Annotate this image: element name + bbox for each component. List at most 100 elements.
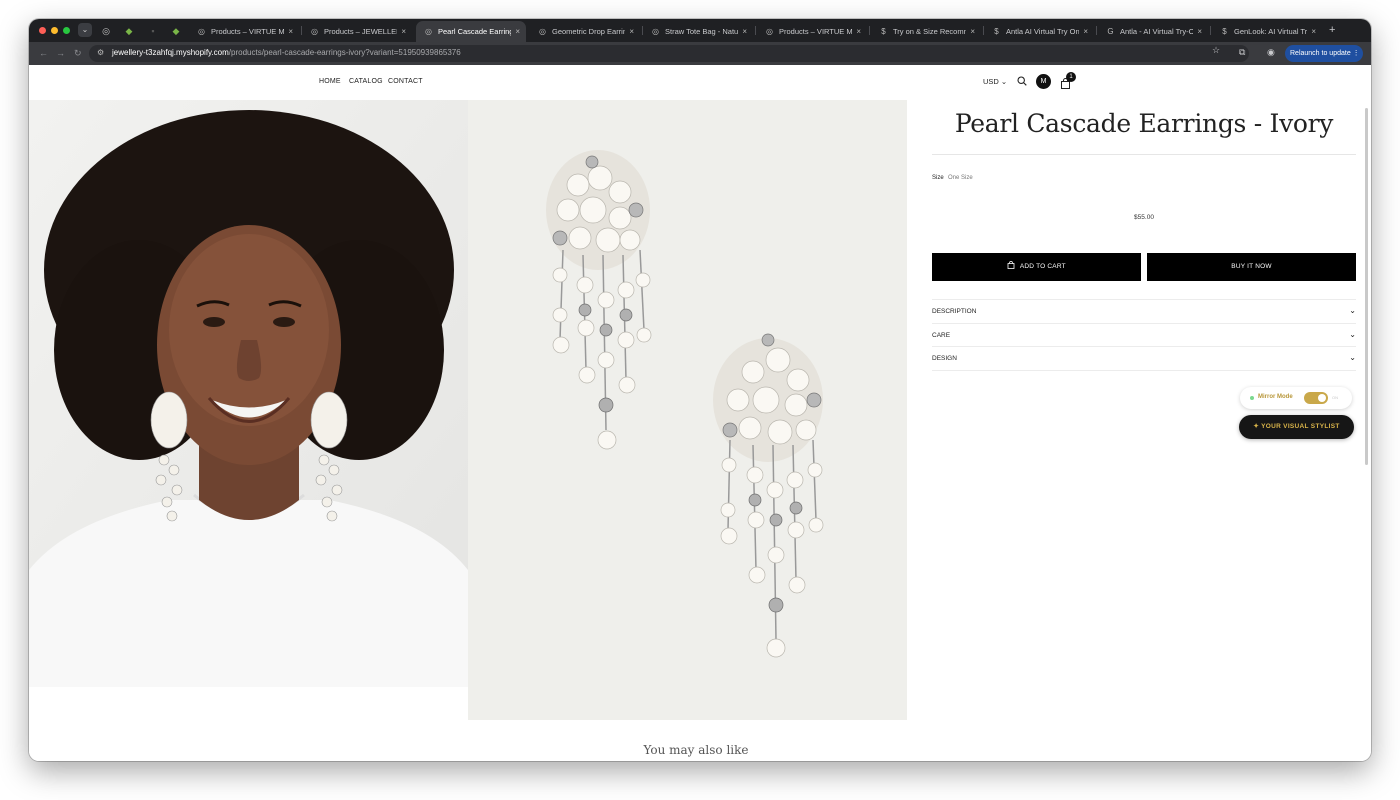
tab-separator [869, 26, 870, 35]
site-info-icon[interactable]: ⚙ [97, 48, 104, 57]
chevron-down-icon: ⌄ [1349, 330, 1356, 339]
relaunch-label: Relaunch to update [1290, 50, 1351, 57]
globe-icon: ◎ [425, 27, 432, 36]
accordion-care-label: CARE [932, 332, 951, 339]
tab-close-icon[interactable]: × [856, 27, 861, 36]
tab-7[interactable]: $ Try on & Size Recomme × [871, 21, 981, 42]
tab-close-icon[interactable]: × [1083, 27, 1088, 36]
tab-close-icon[interactable]: × [1197, 27, 1202, 36]
window-close-button[interactable] [39, 27, 46, 34]
mirror-mode-state: ON [1332, 395, 1338, 400]
tab-title: Products – VIRTUE MIRA [211, 27, 285, 36]
accordion-design[interactable]: DESIGN ⌄ [932, 346, 1356, 370]
product-price: $55.00 [1134, 214, 1154, 221]
accordion-description-label: DESCRIPTION [932, 308, 977, 315]
nav-home-link[interactable]: HOME [319, 78, 341, 85]
relaunch-button[interactable]: Relaunch to update ⋮ [1285, 45, 1363, 62]
product-image-earrings[interactable] [468, 100, 907, 720]
dollar-icon: $ [994, 27, 999, 36]
mirror-mode-toggle[interactable] [1304, 392, 1328, 404]
tab-8[interactable]: $ Antla AI Virtual Try On - × [984, 21, 1094, 42]
toggle-knob [1318, 394, 1326, 402]
currency-label: USD [983, 77, 999, 86]
nav-catalog-link[interactable]: CATALOG [349, 78, 383, 85]
reload-icon[interactable]: ↻ [74, 47, 82, 59]
browser-window: ⌄ ◎ ◆ ▪ ◆ ◎Products – VIRTUE MIRA×◎Produ… [29, 19, 1371, 761]
tab-title: GenLook: AI Virtual Try O [1234, 27, 1308, 36]
window-maximize-button[interactable] [63, 27, 70, 34]
tab-5[interactable]: ◎ Straw Tote Bag - Natural× [643, 21, 753, 42]
browser-toolbar: ← → ↻ ⚙ jewellery-t3zahfqj.myshopify.com… [29, 42, 1371, 65]
product-image-model[interactable] [29, 100, 468, 687]
new-tab-button[interactable]: + [1329, 23, 1335, 37]
extensions-icon[interactable]: ⧉ [1239, 47, 1245, 58]
dollar-icon: $ [881, 27, 886, 36]
tab-1[interactable]: ◎ Products – VIRTUE MIRA× [189, 21, 299, 42]
google-icon: G [1107, 27, 1114, 36]
visual-stylist-button[interactable]: ✦ YOUR VISUAL STYLIST [1239, 415, 1354, 439]
tab-close-icon[interactable]: × [1311, 27, 1316, 36]
forward-icon[interactable]: → [56, 47, 65, 59]
tab-title: Products – VIRTUE MIRA [779, 27, 853, 36]
url-host: jewellery-t3zahfqj.myshopify.com [112, 48, 229, 57]
tab-strip: ⌄ ◎ ◆ ▪ ◆ ◎Products – VIRTUE MIRA×◎Produ… [29, 19, 1371, 42]
accordion-design-label: DESIGN [932, 355, 957, 362]
product-title: Pearl Cascade Earrings - Ivory [954, 109, 1334, 138]
buy-now-button[interactable]: BUY IT NOW [1147, 253, 1356, 281]
pinned-tab-globe-icon[interactable]: ◎ [98, 23, 114, 39]
nav-contact-link[interactable]: CONTACT [388, 78, 423, 85]
status-dot [1250, 396, 1254, 400]
tab-close-icon[interactable]: × [970, 27, 975, 36]
tab-search-icon[interactable]: ⌄ [78, 23, 92, 37]
back-icon[interactable]: ← [39, 47, 48, 59]
profile-icon[interactable]: ◉ [1267, 47, 1275, 58]
size-value[interactable]: One Size [948, 175, 973, 181]
tab-title: Antla AI Virtual Try On - [1006, 27, 1080, 36]
account-avatar[interactable]: M [1036, 74, 1051, 89]
size-label: Size [932, 175, 944, 181]
tab-2[interactable]: ◎ Products – JEWELLERY × [302, 21, 412, 42]
url-path: /products/pearl-cascade-earrings-ivory?v… [228, 48, 461, 57]
tab-title: Products – JEWELLERY [324, 27, 397, 36]
tab-10[interactable]: $ GenLook: AI Virtual Try O× [1212, 21, 1322, 42]
accordion-description[interactable]: DESCRIPTION ⌄ [932, 299, 1356, 323]
pinned-tab-shopify-icon[interactable]: ◆ [121, 23, 137, 39]
globe-icon: ◎ [198, 27, 205, 36]
page-scrollbar[interactable] [1365, 108, 1368, 465]
tab-6[interactable]: ◎ Products – VIRTUE MIRA× [757, 21, 867, 42]
tab-separator [755, 26, 756, 35]
tab-close-icon[interactable]: × [742, 27, 747, 36]
pinned-tab-shopify-icon-2[interactable]: ◆ [168, 23, 184, 39]
globe-icon: ◎ [539, 27, 546, 36]
window-minimize-button[interactable] [51, 27, 58, 34]
tab-separator [1096, 26, 1097, 35]
currency-selector[interactable]: USD ⌄ [983, 77, 1007, 86]
tab-title: Pearl Cascade Earrings - [438, 27, 511, 36]
tab-3[interactable]: ◎ Pearl Cascade Earrings - × [416, 21, 526, 42]
add-to-cart-button[interactable]: ADD TO CART [932, 253, 1141, 281]
tab-4[interactable]: ◎ Geometric Drop Earrings× [530, 21, 640, 42]
dollar-icon: $ [1222, 27, 1227, 36]
search-icon[interactable] [1017, 76, 1027, 89]
chevron-down-icon: ⌄ [1349, 353, 1356, 362]
tab-close-icon[interactable]: × [629, 27, 634, 36]
pinned-tab-dark-icon[interactable]: ▪ [145, 23, 161, 39]
tab-9[interactable]: G Antla - AI Virtual Try-On × [1098, 21, 1208, 42]
bag-icon [1007, 261, 1020, 270]
tab-separator [1210, 26, 1211, 35]
tab-close-icon[interactable]: × [515, 27, 520, 36]
accordion-care[interactable]: CARE ⌄ [932, 323, 1356, 347]
url-text[interactable]: jewellery-t3zahfqj.myshopify.com/product… [112, 48, 461, 57]
bookmark-star-icon[interactable]: ☆ [1212, 45, 1220, 56]
globe-icon: ◎ [311, 27, 318, 36]
globe-icon: ◎ [652, 27, 659, 36]
site-header: HOME CATALOG CONTACT USD ⌄ M 1 [29, 65, 1371, 100]
chevron-down-icon: ⌄ [1349, 306, 1356, 315]
tab-title: Straw Tote Bag - Natural [665, 27, 739, 36]
sparkle-icon: ✦ [1253, 423, 1262, 430]
globe-icon: ◎ [766, 27, 773, 36]
address-bar[interactable]: ⚙ jewellery-t3zahfqj.myshopify.com/produ… [89, 45, 1249, 62]
tab-close-icon[interactable]: × [401, 27, 406, 36]
mirror-mode-label: Mirror Mode [1258, 394, 1293, 400]
tab-close-icon[interactable]: × [288, 27, 293, 36]
